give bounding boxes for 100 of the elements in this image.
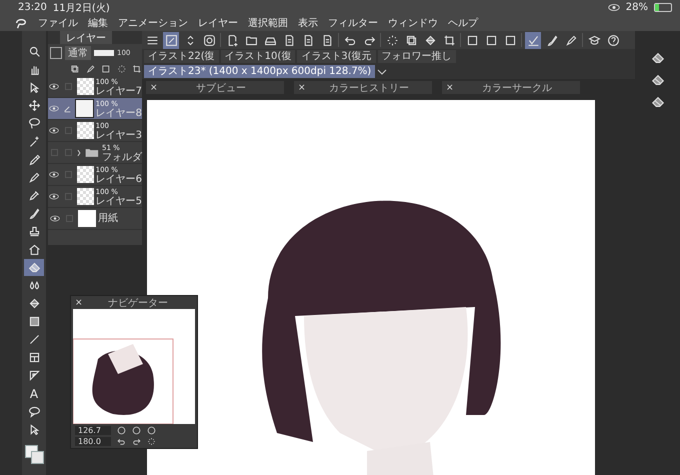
layer-thumbnail xyxy=(76,122,94,139)
spinner-icon[interactable] xyxy=(116,64,126,74)
menu-item[interactable]: ヘルプ xyxy=(448,16,478,30)
layer-thumbnail xyxy=(76,166,94,183)
layer-name: 用紙 xyxy=(98,214,118,224)
folder-icon[interactable] xyxy=(76,148,100,158)
move-arrows-icon xyxy=(28,99,40,112)
layer-name: レイヤー7 xyxy=(96,86,142,96)
close-button[interactable]: × xyxy=(75,298,83,308)
menu-item[interactable]: ウィンドウ xyxy=(388,16,438,30)
line-icon xyxy=(28,333,40,346)
help-icon xyxy=(606,34,620,46)
lasso-icon xyxy=(28,117,40,130)
gradient-icon xyxy=(28,315,40,328)
frame-toggle[interactable] xyxy=(50,47,62,59)
layer-thumbnail xyxy=(78,210,96,227)
eraser-icon[interactable] xyxy=(650,51,664,65)
layer-name: レイヤー3 xyxy=(96,130,142,140)
menu-icon xyxy=(146,34,158,46)
menu-item[interactable]: フィルター xyxy=(328,16,378,30)
menu-item[interactable]: 編集 xyxy=(88,16,108,30)
speech-balloon-icon xyxy=(28,405,40,418)
panel-title: ナビゲーター xyxy=(108,296,168,310)
battery-percent: 28% xyxy=(626,2,648,13)
brush-icon xyxy=(546,34,558,46)
document-tab[interactable]: フォロワー推し xyxy=(378,50,456,63)
spinner-icon xyxy=(386,34,398,46)
graduation-cap-icon xyxy=(588,34,600,46)
document-tab[interactable]: イラスト10(復 xyxy=(220,50,296,63)
menu-item[interactable]: 選択範囲 xyxy=(248,16,288,30)
toolbar-button[interactable] xyxy=(525,32,541,48)
menu-item[interactable]: レイヤー xyxy=(198,16,238,30)
layer-thumbnail xyxy=(76,188,94,205)
layer-name: フォルダ xyxy=(102,152,142,162)
square-icon[interactable] xyxy=(101,64,111,74)
color-swatches-icon[interactable] xyxy=(25,445,43,463)
opacity-slider[interactable] xyxy=(94,50,114,56)
status-time: 23:20 xyxy=(18,2,47,13)
magic-wand-icon xyxy=(28,135,40,148)
layer-name: レイヤー8 xyxy=(96,108,142,118)
panel-tab[interactable]: レイヤー xyxy=(60,31,112,44)
pen-icon xyxy=(564,34,578,46)
eraser-icon[interactable] xyxy=(650,73,664,87)
pen-icon[interactable] xyxy=(86,64,96,74)
droplets-icon xyxy=(28,279,40,292)
status-date: 11月2日(火) xyxy=(52,2,110,14)
app-logo-icon[interactable] xyxy=(14,17,28,29)
menu-item[interactable]: アニメーション xyxy=(118,16,188,30)
chevron-down-icon[interactable] xyxy=(377,68,388,76)
undo-icon[interactable] xyxy=(117,437,126,446)
pen-icon xyxy=(28,171,40,184)
layer-thumbnail xyxy=(76,78,94,95)
document-icon xyxy=(282,34,296,46)
brush-icon xyxy=(28,207,40,220)
blend-mode-dropdown[interactable]: 通常 xyxy=(65,46,91,60)
layer-thumbnail xyxy=(75,99,94,118)
spinner-icon[interactable] xyxy=(147,437,156,446)
document-icon xyxy=(302,34,314,46)
text-tool-button[interactable]: A xyxy=(24,385,44,402)
battery-icon xyxy=(654,3,672,12)
folder-icon xyxy=(244,34,258,46)
triangle-ruler-icon xyxy=(28,369,40,382)
stacked-squares-icon xyxy=(404,34,418,46)
document-tab[interactable]: イラスト22(復 xyxy=(144,50,219,63)
layer-name: レイヤー6 xyxy=(96,174,142,184)
pointer-icon xyxy=(28,81,40,94)
paint-bucket-icon xyxy=(424,34,436,46)
panel-title: カラーサークル xyxy=(482,82,552,94)
document-tab[interactable]: イラスト3(復元 xyxy=(297,50,376,63)
close-button[interactable]: × xyxy=(150,82,158,92)
layer-row[interactable]: 用紙 xyxy=(48,208,142,230)
close-button[interactable]: × xyxy=(298,82,306,92)
redo-icon[interactable] xyxy=(132,437,141,446)
menu-item[interactable]: ファイル xyxy=(38,16,78,30)
close-button[interactable]: × xyxy=(446,82,454,92)
panel-frame-icon xyxy=(28,351,40,364)
menu-item[interactable]: 表示 xyxy=(298,16,318,30)
checkmark-icon xyxy=(526,34,540,46)
marker-icon xyxy=(28,189,40,202)
house-icon xyxy=(28,243,40,256)
zoom-field[interactable]: 126.7 xyxy=(75,426,111,435)
crop-frame-icon[interactable] xyxy=(132,64,142,74)
rotation-field[interactable]: 180.0 xyxy=(75,437,111,446)
layer-name: レイヤー5 xyxy=(96,196,142,206)
document-icon xyxy=(320,34,334,46)
paint-bucket-icon xyxy=(28,297,40,310)
panel-title: カラーヒストリー xyxy=(328,82,409,94)
toolbar-button[interactable] xyxy=(163,32,179,48)
stamp-icon xyxy=(28,225,40,238)
crop-frame-icon xyxy=(442,34,456,46)
document-tab[interactable]: イラスト23* (1400 x 1400px 600dpi 128.7%) xyxy=(144,65,376,78)
pen-box-icon xyxy=(164,34,178,46)
panel-title: サブビュー xyxy=(196,82,246,94)
square-icon xyxy=(504,34,516,46)
stacked-squares-icon[interactable] xyxy=(70,64,80,74)
zoom-icon xyxy=(28,45,40,58)
pointer-icon xyxy=(28,423,40,436)
eyedropper-icon xyxy=(28,153,40,166)
eraser-icon[interactable] xyxy=(650,95,664,109)
square-icon xyxy=(466,34,478,46)
